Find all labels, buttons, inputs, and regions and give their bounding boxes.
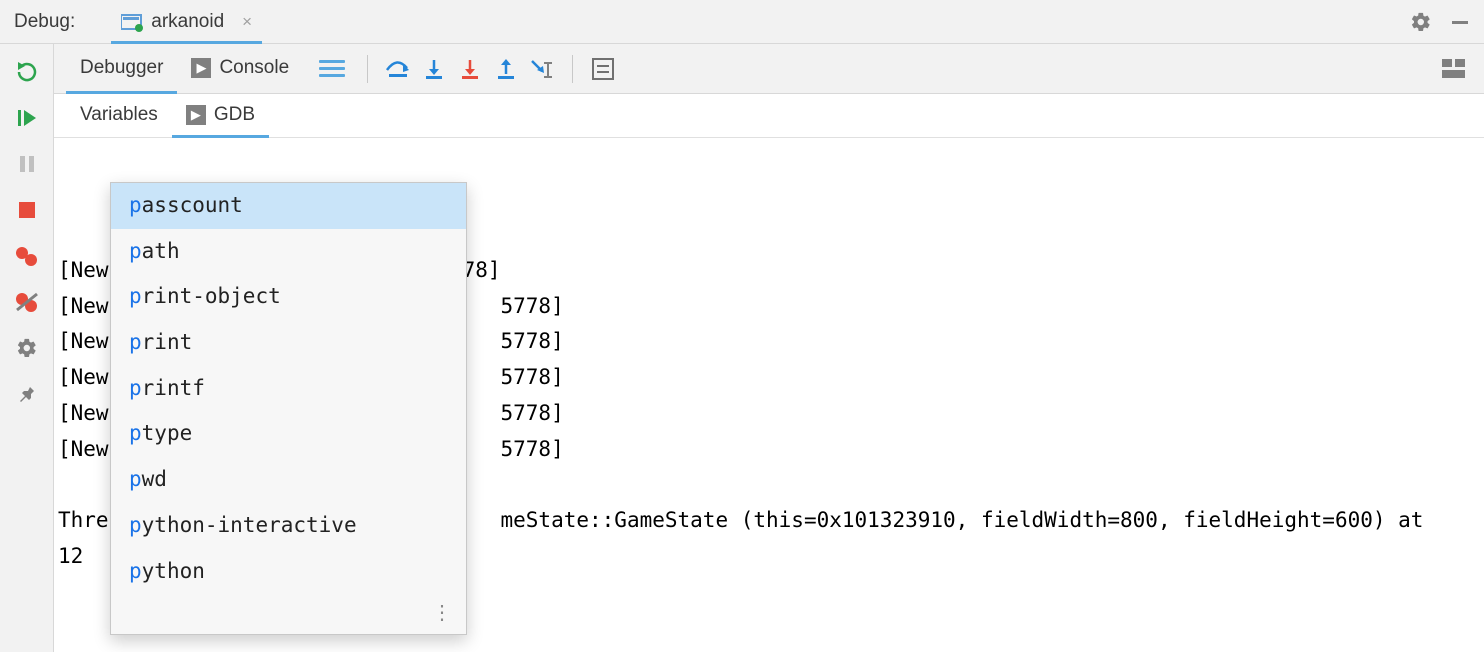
chevron-right-icon: ▶	[191, 58, 211, 78]
autocomplete-rest: rintf	[142, 376, 205, 400]
layout-settings-icon[interactable]	[1442, 59, 1466, 79]
stop-icon[interactable]	[13, 198, 41, 222]
rerun-icon[interactable]	[13, 60, 41, 84]
pause-icon[interactable]	[13, 152, 41, 176]
autocomplete-prefix: p	[129, 421, 142, 445]
debug-label: Debug:	[14, 11, 75, 33]
autocomplete-rest: rint-object	[142, 284, 281, 308]
close-tab-icon[interactable]: ×	[242, 12, 252, 32]
chevron-right-icon: ▶	[186, 105, 206, 125]
step-into-icon[interactable]	[418, 53, 450, 85]
tab-variables-label: Variables	[80, 104, 158, 126]
autocomplete-prefix: p	[129, 467, 142, 491]
autocomplete-item[interactable]: python	[111, 549, 466, 595]
autocomplete-rest: rint	[142, 330, 193, 354]
evaluate-expression-icon[interactable]	[587, 53, 619, 85]
step-over-icon[interactable]	[382, 53, 414, 85]
autocomplete-item[interactable]: pwd	[111, 457, 466, 503]
settings-icon[interactable]	[13, 336, 41, 360]
autocomplete-rest: wd	[142, 467, 167, 491]
run-to-cursor-icon[interactable]	[526, 53, 558, 85]
debugger-toolbar: Debugger ▶ Console	[54, 44, 1484, 94]
autocomplete-rest: asscount	[142, 193, 243, 217]
autocomplete-prefix: p	[129, 330, 142, 354]
autocomplete-item[interactable]: print	[111, 320, 466, 366]
autocomplete-prefix: p	[129, 284, 142, 308]
autocomplete-item[interactable]: python-interactive	[111, 503, 466, 549]
more-icon[interactable]: ⋮	[432, 600, 454, 624]
gear-icon[interactable]	[1410, 11, 1432, 33]
tab-console[interactable]: ▶ Console	[177, 44, 303, 94]
autocomplete-footer: ⋮	[111, 594, 466, 634]
autocomplete-popup[interactable]: passcountpathprint-objectprintprintfptyp…	[110, 182, 467, 635]
force-step-into-icon[interactable]	[454, 53, 486, 85]
autocomplete-rest: ython	[142, 559, 205, 583]
autocomplete-item[interactable]: ptype	[111, 411, 466, 457]
application-icon	[121, 12, 143, 32]
debugger-subtabs: Variables ▶ GDB	[54, 94, 1484, 138]
tab-variables[interactable]: Variables	[66, 94, 172, 138]
separator	[367, 55, 368, 83]
mute-breakpoints-icon[interactable]	[13, 290, 41, 314]
tab-gdb[interactable]: ▶ GDB	[172, 94, 269, 138]
debug-side-toolbar	[0, 44, 54, 652]
autocomplete-item[interactable]: print-object	[111, 274, 466, 320]
tab-console-label: Console	[219, 57, 289, 79]
autocomplete-item[interactable]: printf	[111, 366, 466, 412]
autocomplete-prefix: p	[129, 513, 142, 537]
debug-titlebar: Debug: arkanoid ×	[0, 0, 1484, 44]
threads-icon[interactable]	[319, 60, 345, 77]
autocomplete-rest: ath	[142, 239, 180, 263]
autocomplete-prefix: p	[129, 239, 142, 263]
autocomplete-prefix: p	[129, 559, 142, 583]
titlebar-actions	[1410, 11, 1470, 33]
autocomplete-rest: ython-interactive	[142, 513, 357, 537]
run-config-name: arkanoid	[151, 11, 224, 33]
tab-debugger[interactable]: Debugger	[66, 44, 177, 94]
step-out-icon[interactable]	[490, 53, 522, 85]
gdb-prompt-line[interactable]: (gdb) p	[58, 646, 1480, 652]
resume-icon[interactable]	[13, 106, 41, 130]
autocomplete-rest: type	[142, 421, 193, 445]
run-config-tab[interactable]: arkanoid ×	[111, 4, 262, 44]
autocomplete-item[interactable]: passcount	[111, 183, 466, 229]
pin-icon[interactable]	[13, 382, 41, 406]
autocomplete-prefix: p	[129, 376, 142, 400]
view-breakpoints-icon[interactable]	[13, 244, 41, 268]
tab-debugger-label: Debugger	[80, 57, 163, 79]
tab-gdb-label: GDB	[214, 104, 255, 126]
autocomplete-prefix: p	[129, 193, 142, 217]
autocomplete-item[interactable]: path	[111, 229, 466, 275]
minimize-icon[interactable]	[1450, 12, 1470, 32]
separator	[572, 55, 573, 83]
